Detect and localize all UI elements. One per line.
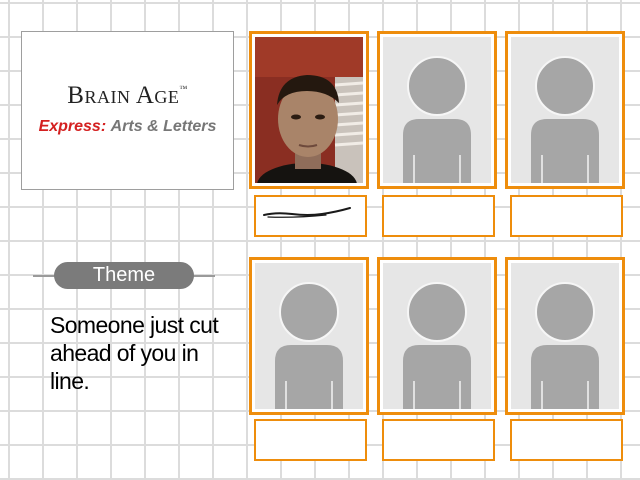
- player-card-4[interactable]: [249, 257, 369, 415]
- placeholder-frame: [255, 263, 363, 409]
- person-silhouette-icon: [275, 282, 343, 409]
- placeholder-frame: [383, 263, 491, 409]
- player-card-2[interactable]: [377, 31, 497, 189]
- logo-panel: Brain Age™ Express: Arts & Letters: [21, 31, 234, 190]
- logo-subtitle-product: Arts & Letters: [110, 118, 217, 135]
- theme-label: Theme: [54, 262, 194, 289]
- placeholder-frame: [383, 37, 491, 183]
- theme-prompt: Someone just cut ahead of you in line.: [50, 312, 219, 394]
- player-photo: [255, 37, 363, 183]
- player-card-1[interactable]: [249, 31, 369, 189]
- person-silhouette-icon: [531, 56, 599, 183]
- trademark-symbol: ™: [179, 84, 188, 93]
- theme-header: Theme: [33, 262, 215, 290]
- person-silhouette-icon: [403, 56, 471, 183]
- window-blinds: [334, 77, 363, 183]
- name-box-2[interactable]: [382, 195, 495, 237]
- name-box-5[interactable]: [382, 419, 495, 461]
- player-photo-image: [255, 37, 363, 183]
- logo-subtitle-brand: Express:: [38, 118, 107, 135]
- name-box-3[interactable]: [510, 195, 623, 237]
- player-card-6[interactable]: [505, 257, 625, 415]
- name-box-1[interactable]: [254, 195, 367, 237]
- logo-title: Brain Age™: [22, 82, 233, 110]
- logo-title-text: Brain Age: [67, 82, 180, 109]
- logo-subtitle: Express: Arts & Letters: [22, 118, 233, 136]
- player-card-3[interactable]: [505, 31, 625, 189]
- handwritten-scribble: [263, 207, 351, 218]
- placeholder-frame: [511, 263, 619, 409]
- person-silhouette-icon: [403, 282, 471, 409]
- person-silhouette-icon: [531, 282, 599, 409]
- player-card-5[interactable]: [377, 257, 497, 415]
- name-box-6[interactable]: [510, 419, 623, 461]
- name-box-4[interactable]: [254, 419, 367, 461]
- placeholder-frame: [511, 37, 619, 183]
